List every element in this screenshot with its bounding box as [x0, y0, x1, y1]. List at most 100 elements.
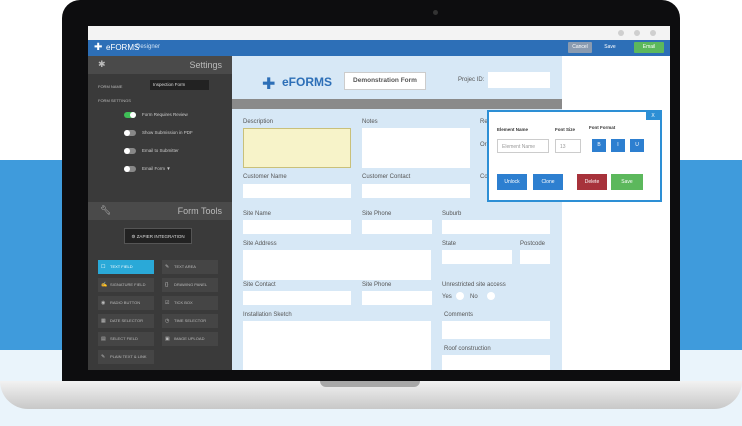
- field-label: Or: [480, 142, 487, 148]
- customer-name-label: Customer Name: [243, 174, 287, 180]
- customer-contact-input[interactable]: [362, 184, 470, 198]
- no-radio[interactable]: [487, 292, 495, 300]
- email-button[interactable]: Email: [634, 42, 664, 53]
- yes-radio[interactable]: [456, 292, 464, 300]
- tool-image-upload[interactable]: ▣ IMAGE UPLOAD: [162, 332, 218, 346]
- yes-label: Yes: [442, 294, 452, 300]
- description-label: Description: [243, 119, 274, 125]
- wrench-icon: 🔧︎: [100, 205, 112, 215]
- italic-button[interactable]: I: [611, 139, 625, 152]
- suburb-label: Suburb: [442, 211, 462, 217]
- site-phone-input[interactable]: [362, 291, 432, 305]
- site-address-input[interactable]: [243, 250, 431, 280]
- save-button[interactable]: Save: [611, 174, 643, 190]
- tool-tick-box[interactable]: ☑ TICK BOX: [162, 296, 218, 310]
- notes-field[interactable]: [362, 128, 470, 168]
- tool-label: TIME SELECTOR: [174, 318, 207, 323]
- unrestricted-access-label: Unrestricted site access: [442, 282, 506, 288]
- state-input[interactable]: [442, 250, 512, 264]
- comments-label: Comments: [444, 312, 474, 318]
- sidebar: ✱ Settings FORM NAME Inspection Form FOR…: [88, 56, 232, 370]
- clock-icon: ◷: [165, 318, 170, 324]
- gear-icon: ✱: [98, 59, 106, 69]
- tool-plain-text-link[interactable]: ✎ PLAIN TEXT & LINK: [98, 350, 154, 364]
- installation-sketch-label: Installation Sketch: [243, 312, 292, 318]
- unlock-button[interactable]: Unlock: [497, 174, 527, 190]
- cancel-button[interactable]: Cancel: [568, 42, 592, 53]
- bold-button[interactable]: B: [592, 139, 606, 152]
- window-dot-icon[interactable]: [634, 30, 640, 36]
- toggle-show-submission[interactable]: [124, 130, 136, 136]
- site-name-label: Site Name: [243, 211, 272, 217]
- site-contact-input[interactable]: [243, 291, 351, 305]
- tool-text-field[interactable]: ☐ TEXT FIELD: [98, 260, 154, 274]
- tool-text-area[interactable]: ✎ TEXT AREA: [162, 260, 218, 274]
- tool-select-field[interactable]: ▤ SELECT FIELD: [98, 332, 154, 346]
- suburb-input[interactable]: [442, 220, 550, 234]
- no-label: No: [470, 294, 478, 300]
- toggle-label: Show Submission in PDF: [142, 130, 193, 135]
- description-field[interactable]: [243, 128, 351, 168]
- image-icon: ▣: [165, 336, 170, 342]
- settings-title: Settings: [189, 60, 222, 70]
- project-id-label: Projec ID:: [458, 77, 485, 83]
- font-format-label: Font Format: [589, 125, 616, 130]
- clone-button[interactable]: Clone: [533, 174, 563, 190]
- site-phone-label: Site Phone: [362, 282, 392, 288]
- site-name-input[interactable]: [243, 220, 351, 234]
- tool-date-selector[interactable]: ▦ DATE SELECTOR: [98, 314, 154, 328]
- font-size-input[interactable]: 13: [555, 139, 581, 153]
- postcode-input[interactable]: [520, 250, 550, 264]
- tool-drawing-panel[interactable]: {} DRAWING PANEL: [162, 278, 218, 292]
- comments-input[interactable]: [442, 321, 550, 339]
- toggle-label: Form Requires Review: [142, 112, 188, 117]
- tool-signature-field[interactable]: ✍ SIGNATURE FIELD: [98, 278, 154, 292]
- site-phone-label: Site Phone: [362, 211, 392, 217]
- element-properties-popup: X Element Name Element Name Font Size 13…: [487, 110, 662, 202]
- form-tools-header: 🔧︎ Form Tools: [88, 202, 232, 220]
- project-id-input[interactable]: [488, 72, 550, 88]
- roof-construction-input[interactable]: [442, 355, 550, 370]
- toggle-email-submitter[interactable]: [124, 148, 136, 154]
- close-icon[interactable]: X: [646, 112, 660, 120]
- right-pane: [562, 56, 670, 370]
- font-size-label: Font Size: [555, 127, 575, 132]
- toggle-email-form[interactable]: [124, 166, 136, 172]
- element-name-input[interactable]: Element Name: [497, 139, 549, 153]
- site-contact-label: Site Contact: [243, 282, 276, 288]
- postcode-label: Postcode: [520, 241, 546, 247]
- tool-label: IMAGE UPLOAD: [174, 336, 205, 341]
- window-bar: [88, 26, 670, 40]
- settings-header: ✱ Settings: [88, 56, 232, 74]
- zapier-label: ZAPIER INTEGRATION: [136, 234, 185, 239]
- pencil-icon: ✎: [101, 354, 106, 360]
- drawing-icon: {}: [165, 282, 169, 288]
- form-title[interactable]: Demonstration Form: [344, 72, 426, 90]
- tool-label: RADIO BUTTON: [110, 300, 141, 305]
- tool-radio-button[interactable]: ◉ RADIO BUTTON: [98, 296, 154, 310]
- eforms-logo-icon: ✚: [94, 42, 103, 53]
- form-name-input[interactable]: Inspection Form: [150, 80, 209, 90]
- installation-sketch-panel[interactable]: [243, 321, 431, 370]
- tool-label: TICK BOX: [174, 300, 193, 305]
- tool-label: SIGNATURE FIELD: [110, 282, 146, 287]
- window-dot-icon[interactable]: [618, 30, 624, 36]
- form-settings-label: FORM SETTINGS: [98, 98, 131, 103]
- element-name-label: Element Name: [497, 127, 529, 132]
- window-dot-icon[interactable]: [650, 30, 656, 36]
- signature-icon: ✍: [101, 282, 108, 288]
- delete-button[interactable]: Delete: [577, 174, 607, 190]
- tool-time-selector[interactable]: ◷ TIME SELECTOR: [162, 314, 218, 328]
- tool-label: DRAWING PANEL: [174, 282, 208, 287]
- toggle-label: Email to Submitter: [142, 148, 179, 153]
- radio-icon: ◉: [101, 300, 106, 306]
- save-button[interactable]: Save: [598, 42, 622, 53]
- site-phone-input[interactable]: [362, 220, 432, 234]
- state-label: State: [442, 241, 457, 247]
- customer-name-input[interactable]: [243, 184, 351, 198]
- toggle-form-requires-review[interactable]: [124, 112, 136, 118]
- underline-button[interactable]: U: [630, 139, 644, 152]
- app-header: ✚ eFORMS Designer Cancel Save Email: [88, 40, 670, 56]
- zapier-integration-button[interactable]: ⚙ ZAPIER INTEGRATION: [124, 228, 192, 244]
- list-icon: ▤: [101, 336, 106, 342]
